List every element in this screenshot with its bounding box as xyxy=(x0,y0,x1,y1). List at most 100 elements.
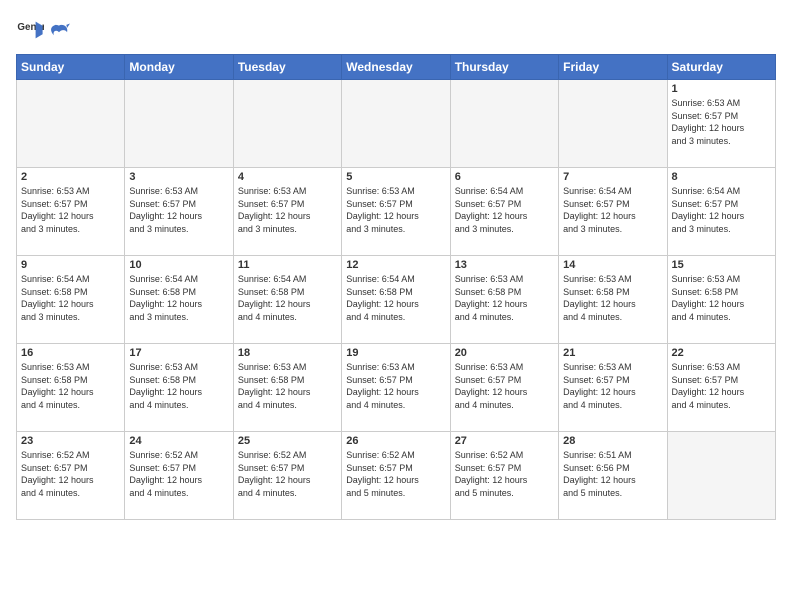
calendar-cell: 25 Sunrise: 6:52 AM Sunset: 6:57 PM Dayli… xyxy=(233,432,341,520)
day-number: 3 xyxy=(129,171,228,183)
day-number: 16 xyxy=(21,347,120,359)
calendar-cell xyxy=(125,80,233,168)
weekday-header-friday: Friday xyxy=(559,55,667,80)
day-info: Sunrise: 6:53 AM Sunset: 6:57 PM Dayligh… xyxy=(346,361,445,411)
page-header: General xyxy=(16,16,776,44)
calendar-cell: 24 Sunrise: 6:52 AM Sunset: 6:57 PM Dayli… xyxy=(125,432,233,520)
day-number: 11 xyxy=(238,259,337,271)
weekday-header-tuesday: Tuesday xyxy=(233,55,341,80)
logo-bird-icon xyxy=(48,22,70,44)
calendar-cell: 16 Sunrise: 6:53 AM Sunset: 6:58 PM Dayli… xyxy=(17,344,125,432)
calendar-week-row: 9 Sunrise: 6:54 AM Sunset: 6:58 PM Daylig… xyxy=(17,256,776,344)
calendar-cell: 15 Sunrise: 6:53 AM Sunset: 6:58 PM Dayli… xyxy=(667,256,775,344)
day-number: 8 xyxy=(672,171,771,183)
day-number: 25 xyxy=(238,435,337,447)
calendar-cell: 14Sunrise: 6:53 AM Sunset: 6:58 PM Dayli… xyxy=(559,256,667,344)
calendar-cell: 23 Sunrise: 6:52 AM Sunset: 6:57 PM Dayli… xyxy=(17,432,125,520)
day-info: Sunrise: 6:53 AM Sunset: 6:57 PM Dayligh… xyxy=(672,361,771,411)
calendar-cell: 12Sunrise: 6:54 AM Sunset: 6:58 PM Dayli… xyxy=(342,256,450,344)
day-number: 18 xyxy=(238,347,337,359)
day-number: 6 xyxy=(455,171,554,183)
calendar-cell xyxy=(342,80,450,168)
day-info: Sunrise: 6:54 AM Sunset: 6:58 PM Dayligh… xyxy=(238,273,337,323)
day-number: 19 xyxy=(346,347,445,359)
calendar-week-row: 1 Sunrise: 6:53 AM Sunset: 6:57 PM Daylig… xyxy=(17,80,776,168)
day-info: Sunrise: 6:53 AM Sunset: 6:57 PM Dayligh… xyxy=(346,185,445,235)
day-info: Sunrise: 6:52 AM Sunset: 6:57 PM Dayligh… xyxy=(238,449,337,499)
day-info: Sunrise: 6:53 AM Sunset: 6:58 PM Dayligh… xyxy=(21,361,120,411)
calendar-week-row: 2 Sunrise: 6:53 AM Sunset: 6:57 PM Daylig… xyxy=(17,168,776,256)
calendar-cell: 11 Sunrise: 6:54 AM Sunset: 6:58 PM Dayli… xyxy=(233,256,341,344)
calendar-cell: 13Sunrise: 6:53 AM Sunset: 6:58 PM Dayli… xyxy=(450,256,558,344)
calendar-cell: 3 Sunrise: 6:53 AM Sunset: 6:57 PM Daylig… xyxy=(125,168,233,256)
day-number: 4 xyxy=(238,171,337,183)
calendar-cell: 28 Sunrise: 6:51 AM Sunset: 6:56 PM Dayli… xyxy=(559,432,667,520)
day-number: 24 xyxy=(129,435,228,447)
calendar-cell: 19 Sunrise: 6:53 AM Sunset: 6:57 PM Dayli… xyxy=(342,344,450,432)
day-info: Sunrise: 6:53 AM Sunset: 6:57 PM Dayligh… xyxy=(238,185,337,235)
calendar-cell: 2 Sunrise: 6:53 AM Sunset: 6:57 PM Daylig… xyxy=(17,168,125,256)
calendar-header-row: SundayMondayTuesdayWednesdayThursdayFrid… xyxy=(17,55,776,80)
logo-icon: General xyxy=(16,16,44,44)
day-number: 12 xyxy=(346,259,445,271)
calendar-cell: 1 Sunrise: 6:53 AM Sunset: 6:57 PM Daylig… xyxy=(667,80,775,168)
calendar-cell xyxy=(667,432,775,520)
calendar-cell: 5Sunrise: 6:53 AM Sunset: 6:57 PM Daylig… xyxy=(342,168,450,256)
weekday-header-monday: Monday xyxy=(125,55,233,80)
day-number: 20 xyxy=(455,347,554,359)
calendar-cell: 21Sunrise: 6:53 AM Sunset: 6:57 PM Dayli… xyxy=(559,344,667,432)
calendar-cell: 10 Sunrise: 6:54 AM Sunset: 6:58 PM Dayli… xyxy=(125,256,233,344)
day-info: Sunrise: 6:53 AM Sunset: 6:58 PM Dayligh… xyxy=(672,273,771,323)
day-info: Sunrise: 6:54 AM Sunset: 6:57 PM Dayligh… xyxy=(455,185,554,235)
calendar-cell xyxy=(450,80,558,168)
calendar-cell: 18 Sunrise: 6:53 AM Sunset: 6:58 PM Dayli… xyxy=(233,344,341,432)
day-info: Sunrise: 6:52 AM Sunset: 6:57 PM Dayligh… xyxy=(21,449,120,499)
day-number: 7 xyxy=(563,171,662,183)
calendar-cell: 6 Sunrise: 6:54 AM Sunset: 6:57 PM Daylig… xyxy=(450,168,558,256)
day-info: Sunrise: 6:53 AM Sunset: 6:57 PM Dayligh… xyxy=(129,185,228,235)
day-info: Sunrise: 6:52 AM Sunset: 6:57 PM Dayligh… xyxy=(455,449,554,499)
calendar-cell: 20 Sunrise: 6:53 AM Sunset: 6:57 PM Dayli… xyxy=(450,344,558,432)
calendar-cell: 22 Sunrise: 6:53 AM Sunset: 6:57 PM Dayli… xyxy=(667,344,775,432)
day-number: 23 xyxy=(21,435,120,447)
day-info: Sunrise: 6:54 AM Sunset: 6:58 PM Dayligh… xyxy=(21,273,120,323)
day-number: 26 xyxy=(346,435,445,447)
calendar-table: SundayMondayTuesdayWednesdayThursdayFrid… xyxy=(16,54,776,520)
weekday-header-thursday: Thursday xyxy=(450,55,558,80)
day-info: Sunrise: 6:51 AM Sunset: 6:56 PM Dayligh… xyxy=(563,449,662,499)
day-number: 22 xyxy=(672,347,771,359)
day-info: Sunrise: 6:54 AM Sunset: 6:57 PM Dayligh… xyxy=(672,185,771,235)
logo: General xyxy=(16,16,70,44)
day-number: 21 xyxy=(563,347,662,359)
day-info: Sunrise: 6:54 AM Sunset: 6:58 PM Dayligh… xyxy=(129,273,228,323)
day-info: Sunrise: 6:53 AM Sunset: 6:58 PM Dayligh… xyxy=(238,361,337,411)
weekday-header-sunday: Sunday xyxy=(17,55,125,80)
day-info: Sunrise: 6:52 AM Sunset: 6:57 PM Dayligh… xyxy=(346,449,445,499)
calendar-cell: 8 Sunrise: 6:54 AM Sunset: 6:57 PM Daylig… xyxy=(667,168,775,256)
day-info: Sunrise: 6:53 AM Sunset: 6:58 PM Dayligh… xyxy=(563,273,662,323)
day-info: Sunrise: 6:53 AM Sunset: 6:57 PM Dayligh… xyxy=(21,185,120,235)
day-info: Sunrise: 6:52 AM Sunset: 6:57 PM Dayligh… xyxy=(129,449,228,499)
calendar-cell xyxy=(559,80,667,168)
day-number: 9 xyxy=(21,259,120,271)
calendar-cell: 4 Sunrise: 6:53 AM Sunset: 6:57 PM Daylig… xyxy=(233,168,341,256)
day-info: Sunrise: 6:53 AM Sunset: 6:57 PM Dayligh… xyxy=(672,97,771,147)
day-info: Sunrise: 6:53 AM Sunset: 6:58 PM Dayligh… xyxy=(129,361,228,411)
day-number: 27 xyxy=(455,435,554,447)
day-number: 15 xyxy=(672,259,771,271)
calendar-cell: 9 Sunrise: 6:54 AM Sunset: 6:58 PM Daylig… xyxy=(17,256,125,344)
day-number: 17 xyxy=(129,347,228,359)
calendar-cell: 27 Sunrise: 6:52 AM Sunset: 6:57 PM Dayli… xyxy=(450,432,558,520)
calendar-week-row: 16 Sunrise: 6:53 AM Sunset: 6:58 PM Dayli… xyxy=(17,344,776,432)
weekday-header-saturday: Saturday xyxy=(667,55,775,80)
day-number: 13 xyxy=(455,259,554,271)
calendar-cell xyxy=(233,80,341,168)
weekday-header-wednesday: Wednesday xyxy=(342,55,450,80)
calendar-cell: 7Sunrise: 6:54 AM Sunset: 6:57 PM Daylig… xyxy=(559,168,667,256)
calendar-cell: 26 Sunrise: 6:52 AM Sunset: 6:57 PM Dayli… xyxy=(342,432,450,520)
day-info: Sunrise: 6:53 AM Sunset: 6:57 PM Dayligh… xyxy=(455,361,554,411)
day-number: 10 xyxy=(129,259,228,271)
day-number: 2 xyxy=(21,171,120,183)
day-number: 1 xyxy=(672,83,771,95)
day-number: 28 xyxy=(563,435,662,447)
